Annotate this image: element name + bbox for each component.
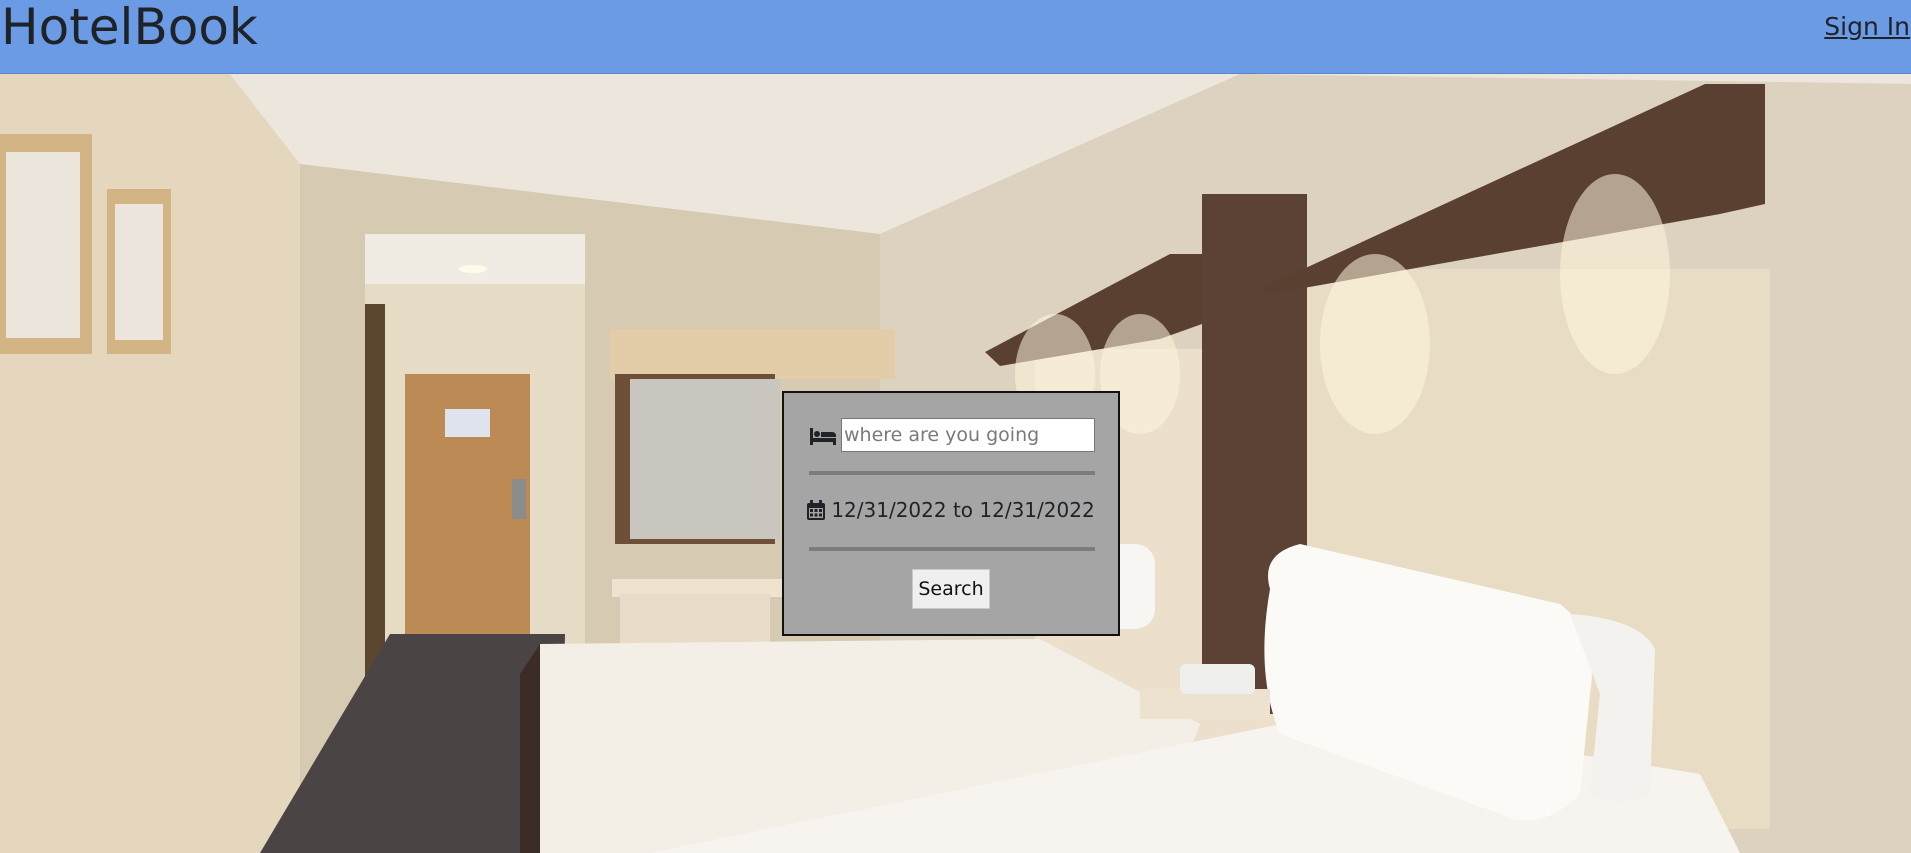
hero-background-image: 12/31/2022 to 12/31/2022 Search	[0, 74, 1911, 853]
date-range-text: 12/31/2022 to 12/31/2022	[831, 498, 1095, 522]
divider	[809, 547, 1095, 551]
top-nav: HotelBook Sign In	[0, 0, 1911, 74]
calendar-icon	[807, 500, 826, 520]
sign-in-link[interactable]: Sign In	[1824, 12, 1910, 42]
date-range-picker[interactable]: 12/31/2022 to 12/31/2022	[784, 493, 1118, 527]
destination-row	[809, 418, 1095, 452]
bed-icon	[809, 424, 837, 446]
divider	[809, 471, 1095, 475]
brand-logo[interactable]: HotelBook	[1, 0, 258, 54]
hotel-search-panel: 12/31/2022 to 12/31/2022 Search	[782, 391, 1120, 636]
destination-input[interactable]	[841, 418, 1095, 452]
search-button[interactable]: Search	[912, 569, 990, 609]
